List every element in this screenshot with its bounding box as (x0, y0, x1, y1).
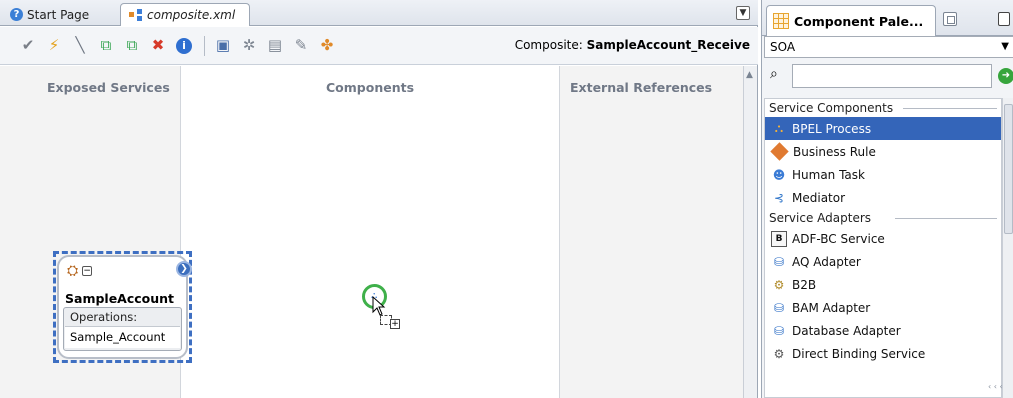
palette-tab-title: Component Pale... (794, 13, 924, 29)
composite-icon (129, 9, 143, 21)
toolbar-separator (204, 35, 205, 56)
palette-item-direct-binding-service[interactable]: ⚙ Direct Binding Service (765, 342, 1001, 365)
lane-header-components: Components (326, 80, 415, 95)
drag-copy-indicator: + (380, 315, 402, 329)
search-go-icon[interactable]: ➜ (998, 68, 1013, 84)
bam-adapter-icon: ⛁ (773, 300, 785, 315)
palette-item-aq-adapter[interactable]: ⛁ AQ Adapter (765, 250, 1001, 273)
composite-prefix: Composite: (514, 38, 583, 52)
help-icon: ? (10, 8, 23, 21)
tab-label: composite.xml (147, 8, 236, 22)
palette-item-adf-bc-service[interactable]: B ADF-BC Service (765, 227, 1001, 250)
component-palette: Component Pale... SOA ▼ ⌕ ➜ Service Comp… (761, 0, 1013, 398)
tab-list-dropdown-icon[interactable]: ▼ (736, 6, 750, 20)
group-icon[interactable]: ⧉ (122, 36, 142, 56)
item-label: BPEL Process (792, 121, 872, 136)
palette-item-bpel-process[interactable]: ⛬ BPEL Process (765, 117, 1001, 140)
publish-icon[interactable]: ✤ (317, 36, 337, 56)
external-references-lane[interactable]: External References (559, 66, 743, 398)
service-component-card[interactable]: ⛭ − ❯ SampleAccount Operations: Sample_A… (57, 255, 192, 359)
create-component-icon[interactable]: ⧉ (96, 36, 116, 56)
collapse-icon[interactable]: − (82, 266, 93, 276)
palette-grid-icon (773, 13, 789, 29)
b2b-icon: ⚙ (773, 277, 785, 292)
section-title: Service Components (769, 101, 894, 115)
validate-check-icon[interactable]: ✔ (18, 36, 38, 56)
lane-header-references: External References (570, 80, 713, 95)
resize-grip-icon[interactable]: ‹ ‹ ‹ (988, 382, 1003, 391)
aq-adapter-icon: ⛁ (773, 254, 785, 269)
item-label: Business Rule (793, 144, 876, 159)
item-label: Direct Binding Service (792, 346, 926, 361)
category-value: SOA (770, 40, 796, 54)
database-adapter-icon: ⛁ (773, 323, 785, 338)
reload-icon[interactable]: ▤ (265, 36, 285, 56)
palette-item-business-rule[interactable]: Business Rule (765, 140, 1001, 163)
palette-category-select[interactable]: SOA ▼ (764, 36, 1013, 58)
service-name: SampleAccount (65, 291, 175, 306)
editor-toolbar: ✔ ⚡ ╲ ⧉ ⧉ ✖ i ▣ ✲ ▤ ✎ ✤ Composite: Sampl… (0, 27, 758, 65)
properties-icon[interactable]: ✎ (291, 36, 311, 56)
composite-name: SampleAccount_Receive (586, 38, 750, 52)
tab-start-page[interactable]: ? Start Page (2, 3, 112, 26)
delete-icon[interactable]: ✖ (148, 36, 168, 56)
section-header-service-components[interactable]: Service Components (765, 99, 1001, 117)
composite-editor: ? Start Page composite.xml ▼ ✔ ⚡ ╲ ⧉ ⧉ ✖… (0, 0, 758, 398)
palette-search-row: ⌕ ➜ (764, 62, 1013, 90)
lane-header-services: Exposed Services (47, 80, 170, 95)
service-wire-handle-icon[interactable]: ❯ (176, 261, 192, 277)
minimize-icon[interactable] (998, 12, 1010, 26)
connector-icon[interactable]: ╲ (70, 36, 90, 56)
operations-box: Operations: Sample_Account (63, 307, 182, 351)
operation-item[interactable]: Sample_Account (65, 326, 180, 348)
palette-item-bam-adapter[interactable]: ⛁ BAM Adapter (765, 296, 1001, 319)
tab-label: Start Page (27, 7, 90, 22)
resource-palette-tab-icon[interactable] (943, 12, 957, 26)
palette-search-input[interactable] (792, 64, 992, 88)
wizard-icon[interactable]: ✲ (239, 36, 259, 56)
editor-vertical-scrollbar[interactable]: ▲ (743, 66, 757, 398)
scrollbar-thumb[interactable] (1004, 104, 1013, 234)
palette-item-mediator[interactable]: ⊰ Mediator (765, 186, 1001, 209)
editor-tab-bar: ? Start Page composite.xml ▼ (0, 0, 758, 26)
scroll-up-icon[interactable]: ▲ (746, 70, 753, 80)
item-label: BAM Adapter (792, 300, 871, 315)
item-label: Human Task (792, 167, 865, 182)
components-lane[interactable]: Components (181, 66, 559, 398)
section-header-service-adapters[interactable]: Service Adapters (765, 209, 1001, 227)
deploy-icon[interactable]: ▣ (213, 36, 233, 56)
operations-label: Operations: (70, 310, 138, 324)
palette-tab-bar: Component Pale... (762, 0, 1013, 36)
lightning-icon[interactable]: ⚡ (44, 36, 64, 56)
tab-composite-xml[interactable]: composite.xml (120, 3, 250, 26)
bpel-icon: ⛬ (774, 121, 784, 135)
human-task-icon: ☻ (772, 167, 786, 182)
item-label: ADF-BC Service (792, 231, 885, 246)
business-rule-icon (770, 142, 789, 161)
item-label: B2B (792, 277, 817, 292)
direct-binding-gear-icon: ⚙ (773, 346, 785, 361)
palette-item-human-task[interactable]: ☻ Human Task (765, 163, 1001, 186)
adf-bc-icon: B (771, 230, 787, 247)
mediator-icon: ⊰ (773, 190, 785, 205)
binoculars-icon: ⌕ (770, 66, 778, 82)
info-icon[interactable]: i (174, 36, 194, 56)
palette-list: Service Components ⛬ BPEL Process Busine… (764, 98, 1002, 398)
mouse-pointer-icon (372, 296, 386, 316)
palette-item-b2b[interactable]: ⚙ B2B (765, 273, 1001, 296)
palette-vertical-scrollbar[interactable] (1002, 98, 1013, 398)
item-label: Mediator (792, 190, 846, 205)
item-label: Database Adapter (792, 323, 901, 338)
palette-item-database-adapter[interactable]: ⛁ Database Adapter (765, 319, 1001, 342)
tab-component-palette[interactable]: Component Pale... (766, 5, 936, 36)
item-label: AQ Adapter (792, 254, 861, 269)
composite-title: Composite: SampleAccount_Receive (515, 38, 750, 52)
chevron-down-icon: ▼ (1001, 41, 1009, 52)
section-title: Service Adapters (769, 211, 872, 225)
web-service-icon: ⛭ (67, 263, 79, 279)
